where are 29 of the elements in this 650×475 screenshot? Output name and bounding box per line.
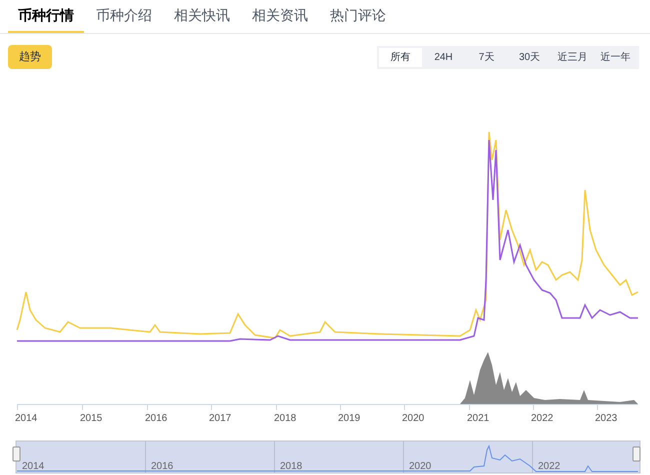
axis-label: 2015 (80, 413, 102, 424)
axis-label: 2016 (145, 413, 168, 424)
navigator-handle[interactable] (12, 446, 20, 462)
navigator-label: 2014 (22, 461, 44, 472)
axis-label: 2019 (338, 413, 360, 424)
navigator-label: 2020 (409, 461, 432, 472)
navigator-label: 2018 (280, 461, 302, 472)
navigator-handle[interactable] (632, 446, 640, 462)
tab[interactable]: 相关快讯 (164, 0, 240, 33)
range-tab[interactable]: 近一年 (594, 48, 637, 66)
navigator-label: 2016 (151, 461, 174, 472)
tab[interactable]: 相关资讯 (242, 0, 318, 33)
tab[interactable]: 币种行情 (8, 0, 84, 33)
tab[interactable]: 热门评论 (320, 0, 396, 33)
axis-label: 2014 (15, 413, 38, 424)
range-tab[interactable]: 所有 (379, 48, 422, 66)
axis-label: 2021 (467, 413, 490, 424)
range-tab[interactable]: 7天 (465, 48, 508, 66)
range-tab[interactable]: 24H (422, 48, 465, 66)
navigator-label: 2022 (538, 461, 560, 472)
axis-label: 2017 (209, 413, 232, 424)
axis-label: 2020 (402, 413, 424, 424)
axis-label: 2023 (595, 413, 618, 424)
range-tab[interactable]: 30天 (508, 48, 551, 66)
tab[interactable]: 币种介绍 (86, 0, 162, 33)
range-tab[interactable]: 近三月 (551, 48, 594, 66)
trend-button[interactable]: 趋势 (8, 45, 52, 69)
axis-label: 2018 (274, 413, 296, 424)
axis-label: 2022 (531, 413, 554, 424)
